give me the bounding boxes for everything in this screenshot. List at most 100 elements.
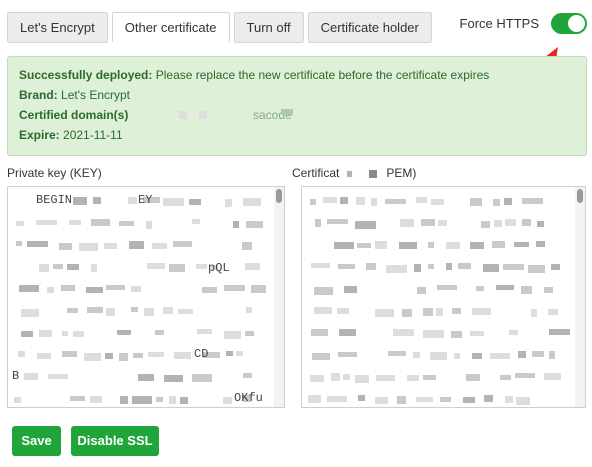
certificate-scrollbar[interactable] [575,187,585,407]
redacted-block [120,396,128,404]
redacted-block [496,285,514,290]
redacted-label-block [369,169,378,178]
redacted-block [400,219,414,227]
redacted-block [327,219,348,224]
alert-domains-line: Certified domain(s) sacode [19,105,575,125]
redacted-block [446,263,452,270]
force-https-toggle[interactable] [551,13,587,34]
tab-turn-off[interactable]: Turn off [233,12,304,43]
redacted-block [133,353,143,358]
redacted-block [189,199,201,205]
redacted-block [407,375,419,381]
redacted-block [516,397,530,405]
redacted-block [416,397,433,402]
redacted-block [414,264,421,272]
redacted-block [338,264,355,269]
redacted-domain-block [179,111,187,119]
key-fragment: CD [194,347,209,361]
redacted-block [14,397,21,403]
redacted-block [246,307,252,313]
redacted-block [21,331,33,337]
redacted-block [521,286,532,294]
redacted-block [16,241,22,246]
redacted-block [375,397,388,404]
redacted-block [430,352,447,360]
redacted-block [436,308,443,316]
private-key-scrollbar[interactable] [274,187,284,407]
redacted-block [421,219,435,226]
redacted-block [169,396,176,404]
alert-expire-line: Expire: 2021-11-11 [19,125,575,145]
redacted-block [192,374,212,382]
redacted-block [463,397,475,403]
redacted-block [388,351,406,356]
scrollbar-thumb[interactable] [276,189,282,203]
redacted-block [131,286,141,292]
private-key-textarea[interactable]: BEGIN EY pQL CD B OKfu [7,186,285,408]
key-fragment: EY [138,193,153,207]
redacted-block [70,396,85,401]
redacted-block [36,220,57,225]
redacted-block [355,375,369,383]
redacted-block [528,265,545,273]
redacted-block [73,331,84,337]
certificate-label-start: Certificat [292,166,340,180]
redacted-block [504,198,512,205]
redacted-block [169,264,185,272]
redacted-block [156,397,163,402]
save-button[interactable]: Save [12,426,61,456]
redacted-block [236,351,243,356]
redacted-block [483,264,499,272]
redacted-block [245,263,260,270]
redacted-block [174,352,191,359]
redacted-block [311,263,330,268]
redacted-block [314,287,333,295]
redacted-block [476,286,484,291]
redacted-block [37,353,51,359]
redacted-block [87,307,103,313]
redacted-block [490,353,510,359]
redacted-block [522,219,531,226]
brand-label: Brand: [19,88,58,102]
redacted-block [21,309,39,317]
redacted-block [355,221,376,229]
redacted-domain-block [281,109,293,115]
redacted-block [532,351,544,357]
redacted-block [192,219,200,224]
redacted-block [155,330,164,335]
redacted-block [93,197,101,204]
tab-certificate-holder[interactable]: Certificate holder [307,12,432,43]
redacted-block [344,286,357,293]
redacted-block [399,242,417,249]
redacted-block [67,264,79,270]
redacted-block [173,241,192,247]
force-https-label: Force HTTPS [459,16,539,31]
key-fragment: pQL [208,261,230,275]
tab-lets-encrypt[interactable]: Let's Encrypt [7,12,108,43]
redacted-block [226,351,233,356]
redacted-block [518,351,526,358]
redacted-block [67,308,78,313]
scrollbar-thumb[interactable] [577,189,583,203]
certificate-label: Certificat PEM) [292,166,416,180]
redacted-block [245,331,254,336]
redacted-block [243,198,261,206]
redacted-block [339,329,356,336]
redacted-block [61,285,75,291]
key-fragment: BEGIN [36,193,73,207]
certificate-textarea[interactable] [301,186,586,408]
redacted-block [164,375,183,382]
redacted-block [59,243,72,250]
redacted-block [466,374,480,381]
redacted-block [27,241,48,247]
redacted-block [484,395,493,402]
redacted-block [458,263,471,269]
tab-other-certificate[interactable]: Other certificate [111,12,230,43]
brand-value: Let's Encrypt [61,88,131,102]
redacted-block [196,264,207,269]
redacted-block [18,351,25,357]
ssl-tab-bar: Let's Encrypt Other certificate Turn off… [7,12,432,43]
disable-ssl-button[interactable]: Disable SSL [71,426,159,456]
redacted-block [91,219,110,226]
redacted-block [202,287,217,293]
